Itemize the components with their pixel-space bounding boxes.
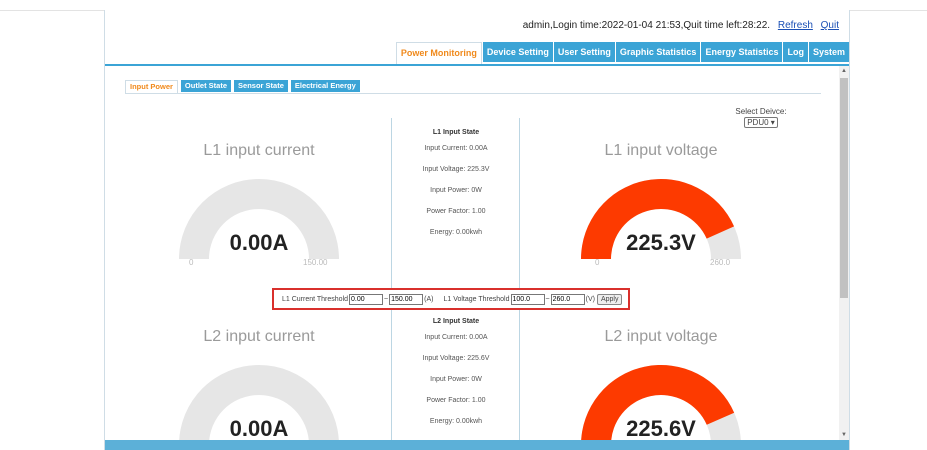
sub-tabs: Input Power Outlet State Sensor State El…: [125, 80, 363, 93]
l2-voltage-title: L2 input voltage: [604, 328, 718, 345]
l1-input-voltage: Input Voltage: 225.3V: [422, 166, 490, 173]
scroll-down-arrow-icon[interactable]: ▼: [839, 430, 849, 440]
tab-graphic-statistics[interactable]: Graphic Statistics: [615, 42, 701, 62]
scroll-up-arrow-icon[interactable]: ▲: [839, 66, 849, 76]
tab-user-setting[interactable]: User Setting: [553, 42, 615, 62]
l1-current-title: L1 input current: [203, 142, 315, 159]
current-range-tilde: ~: [384, 295, 389, 303]
subtab-input-power[interactable]: Input Power: [125, 80, 178, 93]
quit-link[interactable]: Quit: [821, 20, 839, 31]
l1-current-value: 0.00A: [229, 230, 289, 255]
l2-input-power: Input Power: 0W: [430, 376, 482, 383]
threshold-form: L1 Current Threshold ~ (A) L1 Voltage Th…: [272, 288, 630, 310]
voltage-range-tilde: ~: [545, 295, 550, 303]
select-device: Select Deivce: PDU0 ▾: [731, 107, 791, 128]
current-threshold-label: L1 Current Threshold: [282, 295, 349, 303]
tab-energy-statistics[interactable]: Energy Statistics: [701, 42, 783, 62]
l1-voltage-value: 225.3V: [626, 230, 696, 255]
l2-energy: Energy: 0.00kwh: [429, 418, 483, 425]
l2-state-title: L2 Input State: [432, 318, 480, 325]
l1-state-title: L1 Input State: [432, 129, 480, 136]
subtab-divider: [125, 93, 821, 94]
l2-power-factor: Power Factor: 1.00: [426, 397, 486, 404]
l2-current-title: L2 input current: [203, 328, 315, 345]
tab-log[interactable]: Log: [783, 42, 808, 62]
login-bar: admin,Login time:2022-01-04 21:53,Quit t…: [523, 20, 839, 31]
l1-input-power: Input Power: 0W: [430, 187, 482, 194]
scrollbar[interactable]: ▲ ▼: [839, 66, 849, 440]
l1-voltage-max: 260.0: [710, 258, 731, 267]
select-device-label: Select Deivce:: [735, 107, 787, 116]
l1-input-state: L1 Input State Input Current: 0.00A Inpu…: [391, 129, 521, 250]
l2-input-current: Input Current: 0.00A: [424, 334, 488, 341]
l2-current-value: 0.00A: [229, 416, 289, 440]
l1-input-current: Input Current: 0.00A: [424, 145, 488, 152]
l2-input-voltage: Input Voltage: 225.6V: [422, 355, 490, 362]
content-area: Input Power Outlet State Sensor State El…: [105, 66, 839, 440]
current-unit: (A): [424, 295, 434, 303]
tab-device-setting[interactable]: Device Setting: [482, 42, 553, 62]
voltage-threshold-label: L1 Voltage Threshold: [443, 295, 510, 303]
refresh-link[interactable]: Refresh: [778, 20, 813, 31]
l1-voltage-title: L1 input voltage: [604, 142, 718, 159]
l1-energy: Energy: 0.00kwh: [429, 229, 483, 236]
scrollbar-thumb[interactable]: [840, 78, 848, 298]
l2-voltage-value: 225.6V: [626, 416, 696, 440]
voltage-threshold-high-input[interactable]: [550, 293, 585, 305]
tab-power-monitoring[interactable]: Power Monitoring: [395, 42, 482, 64]
voltage-unit: (V): [585, 295, 595, 303]
subtab-sensor-state[interactable]: Sensor State: [234, 80, 288, 92]
device-select[interactable]: PDU0 ▾: [744, 117, 778, 128]
app-frame: admin,Login time:2022-01-04 21:53,Quit t…: [104, 10, 850, 450]
apply-button[interactable]: Apply: [596, 293, 623, 305]
footer-bar: [105, 440, 849, 450]
l1-power-factor: Power Factor: 1.00: [426, 208, 486, 215]
l2-input-state: L2 Input State Input Current: 0.00A Inpu…: [391, 318, 521, 439]
login-info-text: admin,Login time:2022-01-04 21:53,Quit t…: [522, 20, 771, 31]
subtab-electrical-energy[interactable]: Electrical Energy: [290, 80, 360, 92]
l1-voltage-min: 0: [595, 258, 600, 267]
subtab-outlet-state[interactable]: Outlet State: [180, 80, 232, 92]
current-threshold-high-input[interactable]: [389, 293, 424, 305]
tab-system[interactable]: System: [808, 42, 849, 62]
main-nav: Power Monitoring Device Setting User Set…: [105, 40, 849, 66]
l1-current-min: 0: [189, 258, 194, 267]
l1-current-max: 150.00: [303, 258, 328, 267]
voltage-threshold-low-input[interactable]: [510, 293, 545, 305]
current-threshold-low-input[interactable]: [349, 293, 384, 305]
